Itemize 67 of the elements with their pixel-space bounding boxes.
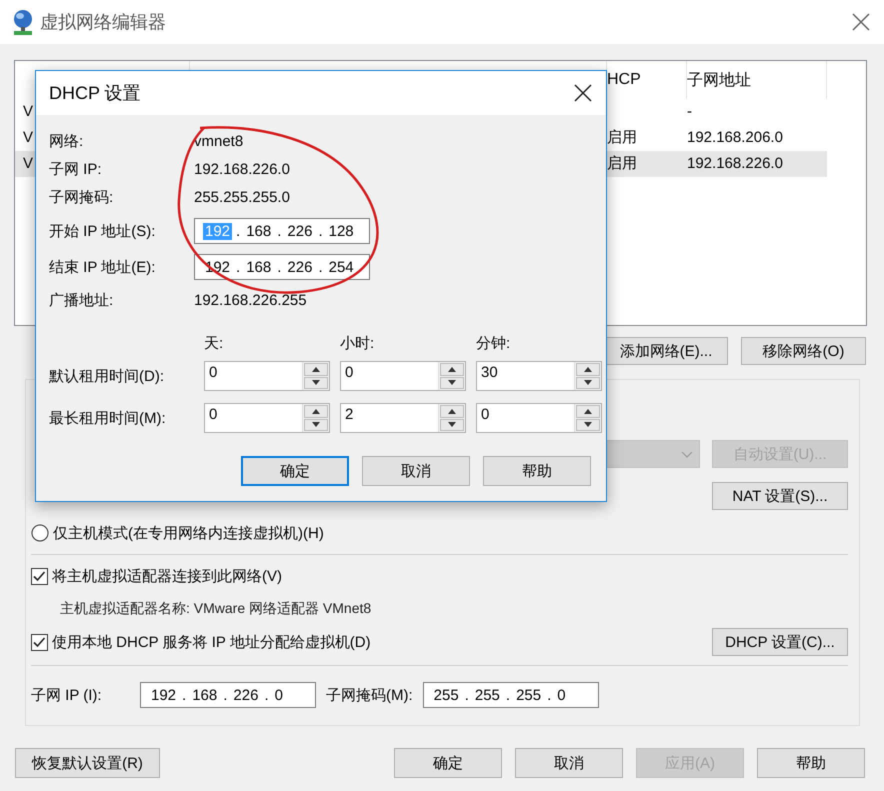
field-label: 结束 IP 地址(E):	[49, 258, 156, 276]
field-value: vmnet8	[194, 132, 244, 150]
field-label: 默认租用时间(D):	[49, 366, 165, 386]
spin-down-button[interactable]	[576, 376, 600, 389]
field-label: 子网掩码(M):	[326, 686, 413, 704]
spin-down-button[interactable]	[440, 376, 464, 389]
table-cell[interactable]: 192.168.226.0	[687, 151, 827, 177]
column-label: 天:	[204, 334, 224, 352]
table-cell[interactable]: 192.168.206.0	[687, 125, 827, 151]
checkbox[interactable]	[31, 634, 48, 650]
column-header[interactable]: 子网地址	[687, 61, 827, 99]
ip-address-field[interactable]: 192 . 168 . 226 . 128	[194, 218, 370, 244]
field-label: 子网掩码:	[49, 188, 114, 206]
column-label: 小时:	[340, 334, 374, 352]
checkbox-label: 使用本地 DHCP 服务将 IP 地址分配给虚拟机(D)	[52, 632, 371, 652]
number-spinner[interactable]: 30	[476, 361, 602, 391]
number-spinner[interactable]: 0	[204, 361, 330, 391]
radio-label: 仅主机模式(在专用网络内连接虚拟机)(H)	[53, 524, 324, 542]
radio-button[interactable]	[31, 524, 49, 542]
spin-up-button[interactable]	[440, 405, 464, 418]
table-cell[interactable]: 启用	[607, 125, 687, 151]
spin-up-button[interactable]	[440, 363, 464, 376]
network-globe-icon	[12, 9, 34, 35]
number-spinner[interactable]: 0	[476, 403, 602, 433]
field-label: 网络:	[49, 132, 84, 150]
field-value: 192.168.226.255	[194, 292, 308, 308]
table-cell[interactable]: 启用	[607, 151, 687, 177]
dialog-button[interactable]: 帮助	[483, 456, 591, 486]
dialog-button[interactable]: 取消	[362, 456, 470, 486]
spin-up-button[interactable]	[304, 363, 328, 376]
spin-up-button[interactable]	[304, 405, 328, 418]
number-spinner[interactable]: 2	[340, 403, 466, 433]
adapter-name-text: 主机虚拟适配器名称: VMware 网络适配器 VMnet8	[59, 599, 372, 618]
field-value: 192.168.226.0	[194, 160, 291, 178]
column-label: 分钟:	[476, 334, 510, 352]
checkbox-label: 将主机虚拟适配器连接到此网络(V)	[52, 566, 282, 586]
table-action-button[interactable]: 添加网络(E)...	[604, 337, 728, 365]
spin-down-button[interactable]	[304, 376, 328, 389]
field-label: 广播地址:	[49, 290, 114, 310]
nat-settings-button[interactable]: NAT 设置(S)...	[712, 482, 848, 510]
ip-address-field[interactable]: 255 . 255 . 255 . 0	[422, 682, 599, 708]
dialog-button[interactable]: 恢复默认设置(R)	[15, 748, 160, 778]
dhcp-settings-button[interactable]: DHCP 设置(C)...	[712, 628, 848, 656]
dialog-button[interactable]: 帮助	[757, 748, 865, 778]
dialog-button[interactable]: 确定	[241, 456, 349, 486]
spin-down-button[interactable]	[304, 418, 328, 431]
table-action-button[interactable]: 移除网络(O)	[741, 337, 866, 365]
number-spinner[interactable]: 0	[340, 361, 466, 391]
window-title: 虚拟网络编辑器	[40, 11, 167, 34]
field-label: 子网 IP:	[49, 160, 103, 178]
chevron-down-icon	[681, 450, 693, 458]
ip-address-field[interactable]: 192 . 168 . 226 . 0	[140, 682, 316, 708]
field-label: 最长租用时间(M):	[49, 408, 167, 428]
dialog-button[interactable]: 取消	[515, 748, 623, 778]
field-value: 255.255.255.0	[194, 188, 291, 206]
spin-down-button[interactable]	[440, 418, 464, 431]
checkbox[interactable]	[31, 568, 48, 584]
number-spinner[interactable]: 0	[204, 403, 330, 433]
table-cell[interactable]: -	[687, 99, 827, 125]
field-label: 开始 IP 地址(S):	[49, 222, 156, 240]
dialog-button[interactable]: 确定	[394, 748, 502, 778]
dialog-title: DHCP 设置	[49, 82, 142, 105]
spin-down-button[interactable]	[576, 418, 600, 431]
close-icon[interactable]	[574, 84, 592, 102]
spin-up-button[interactable]	[576, 405, 600, 418]
field-label: 子网 IP (I):	[31, 686, 103, 704]
spin-up-button[interactable]	[576, 363, 600, 376]
